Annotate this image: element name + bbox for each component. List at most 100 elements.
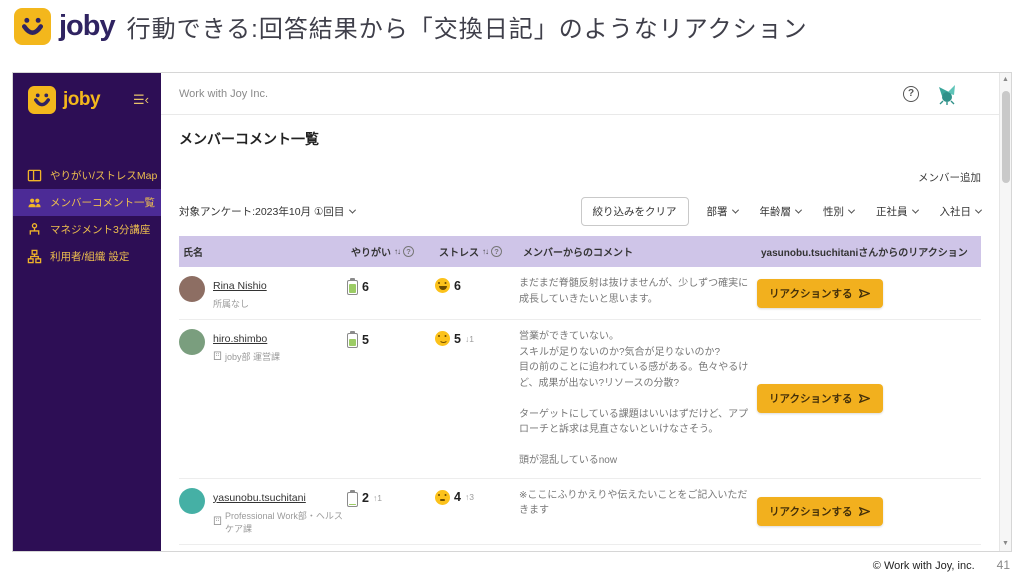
- building-icon: [213, 351, 222, 362]
- reaction-cell: リアクションする: [757, 545, 981, 552]
- filter-dropdown[interactable]: 部署: [707, 204, 738, 219]
- table-row: yasunobu.tsuchitani Professional Work部・ヘ…: [179, 479, 981, 545]
- chevron-down-icon: [795, 207, 802, 214]
- stress-value: 6: [454, 279, 461, 293]
- reaction-button-label: リアクションする: [769, 504, 852, 519]
- member-name-link[interactable]: hiro.shimbo: [213, 333, 267, 345]
- reaction-button[interactable]: リアクションする: [757, 497, 883, 526]
- topbar: Work with Joy Inc. ?: [161, 73, 1011, 115]
- reaction-button[interactable]: リアクションする: [757, 279, 883, 308]
- filter-dropdown[interactable]: 性別: [823, 204, 854, 219]
- app-window: joby ☰‹ やりがい/ストレスMapメンバーコメント一覧マネジメント3分講座…: [12, 72, 1012, 552]
- slide-footer: © Work with Joy, inc. 41: [873, 558, 1010, 572]
- yarigai-cell: 5: [347, 545, 435, 552]
- member-dept: 所属なし: [213, 297, 267, 310]
- survey-selector-label: 対象アンケート:2023年10月 ①回目: [179, 204, 344, 219]
- member-name-link[interactable]: yasunobu.tsuchitani: [213, 492, 306, 504]
- reaction-cell: リアクションする: [757, 267, 981, 319]
- col-header-name: 氏名: [179, 236, 347, 267]
- col-header-stress: ストレス ↑↓ ?: [435, 236, 519, 267]
- stress-cell: 4 ↑3: [435, 479, 519, 544]
- avatar: [179, 329, 205, 355]
- member-cell: hiro.shimbo joby部 運営課: [179, 320, 347, 478]
- slide-title: 行動できる:回答結果から「交換日記」のようなリアクション: [127, 9, 808, 44]
- chevron-down-icon: [349, 207, 356, 214]
- page-title: メンバーコメント一覧: [179, 129, 981, 149]
- sidebar-item[interactable]: やりがい/ストレスMap: [13, 162, 161, 189]
- sidebar: joby ☰‹ やりがい/ストレスMap メンバーコメント一覧マネジメント3分講座…: [13, 73, 161, 551]
- slide-header: joby 行動できる:回答結果から「交換日記」のようなリアクション: [14, 8, 808, 45]
- joby-logo-icon: [14, 8, 51, 45]
- members-icon: [27, 195, 42, 210]
- stress-value: 4: [454, 490, 461, 504]
- page-content: メンバーコメント一覧 メンバー追加 対象アンケート:2023年10月 ①回目 絞…: [161, 115, 1011, 551]
- sort-icon[interactable]: ↑↓: [394, 247, 400, 256]
- chevron-down-icon: [975, 207, 982, 214]
- sidebar-item[interactable]: メンバーコメント一覧: [13, 189, 161, 216]
- sidebar-collapse-icon[interactable]: ☰‹: [133, 92, 149, 108]
- yarigai-value: 2: [362, 491, 369, 505]
- sidebar-item-label: やりがい/ストレスMap: [50, 168, 157, 183]
- page-number: 41: [997, 558, 1010, 572]
- member-cell: Reiko Tanaka Professional Work部・RPO課: [179, 545, 347, 552]
- stress-value: 5: [454, 332, 461, 346]
- add-member-link[interactable]: メンバー追加: [918, 170, 981, 185]
- yarigai-cell: 5: [347, 320, 435, 478]
- table-row: Rina Nishio 所属なし 6 6 まだまだ脊髄反射は抜けませんが、少しず…: [179, 267, 981, 320]
- sidebar-brand-wordmark: joby: [63, 89, 126, 111]
- joby-logo-icon: [28, 86, 56, 114]
- main-area: Work with Joy Inc. ? メンバーコメント一覧 メンバー追加 対…: [161, 73, 1011, 551]
- yarigai-cell: 6: [347, 267, 435, 319]
- send-icon: [858, 392, 871, 405]
- member-comment: UTさんの返信がほしい!: [519, 545, 757, 552]
- member-dept: joby部 運営課: [213, 350, 280, 363]
- stress-cell: 6: [435, 267, 519, 319]
- yarigai-value: 6: [362, 280, 369, 294]
- sidebar-item[interactable]: マネジメント3分講座: [13, 216, 161, 243]
- col-header-comment: メンバーからのコメント: [519, 236, 757, 267]
- scroll-up-icon[interactable]: ▲: [1002, 73, 1009, 87]
- battery-icon: [347, 490, 358, 507]
- scrollbar-thumb[interactable]: [1002, 91, 1010, 183]
- stress-emoji-icon: [435, 331, 450, 346]
- scroll-down-icon[interactable]: ▼: [1002, 537, 1009, 551]
- member-comment-table: 氏名 やりがい ↑↓ ? ストレス ↑↓ ? メンバーからのコメント yasun: [179, 236, 981, 551]
- table-body: Rina Nishio 所属なし 6 6 まだまだ脊髄反射は抜けませんが、少しず…: [179, 267, 981, 551]
- battery-icon: [347, 278, 358, 295]
- reaction-cell: リアクションする: [757, 479, 981, 544]
- chevron-down-icon: [911, 207, 918, 214]
- member-comment: ※ここにふりかえりや伝えたいことをご記入いただきます: [519, 479, 757, 544]
- sort-icon[interactable]: ↑↓: [482, 247, 488, 256]
- table-row: hiro.shimbo joby部 運営課 5 5 ↓1 営業ができていない。 …: [179, 320, 981, 479]
- filter-dropdown[interactable]: 正社員: [876, 204, 918, 219]
- chevron-down-icon: [848, 207, 855, 214]
- reaction-button-label: リアクションする: [769, 286, 852, 301]
- member-dept: Professional Work部・ヘルスケア課: [213, 509, 343, 535]
- help-circle-icon[interactable]: ?: [491, 246, 502, 257]
- user-avatar-bird-icon[interactable]: [935, 83, 959, 105]
- stress-emoji-icon: [435, 278, 450, 293]
- vertical-scrollbar[interactable]: ▲ ▼: [999, 73, 1011, 551]
- filter-label: 年齢層: [760, 204, 792, 219]
- yarigai-value: 5: [362, 333, 369, 347]
- filter-dropdown[interactable]: 入社日: [940, 204, 982, 219]
- slide: joby 行動できる:回答結果から「交換日記」のようなリアクション joby ☰…: [0, 0, 1024, 576]
- sidebar-item-label: 利用者/組織 設定: [50, 249, 129, 264]
- stress-cell: 5: [435, 545, 519, 552]
- clear-filter-button[interactable]: 絞り込みをクリア: [581, 197, 689, 226]
- member-name-link[interactable]: Rina Nishio: [213, 280, 267, 292]
- brand-wordmark: joby: [59, 10, 115, 43]
- building-icon: [213, 516, 222, 527]
- help-icon[interactable]: ?: [903, 86, 919, 102]
- table-row: Reiko Tanaka Professional Work部・RPO課 5 5…: [179, 545, 981, 552]
- member-comment: 営業ができていない。 スキルが足りないのか?気合が足りないのか? 目の前のことに…: [519, 320, 757, 478]
- sidebar-item[interactable]: 利用者/組織 設定: [13, 243, 161, 270]
- filter-label: 部署: [707, 204, 728, 219]
- help-circle-icon[interactable]: ?: [403, 246, 414, 257]
- survey-selector[interactable]: 対象アンケート:2023年10月 ①回目: [179, 204, 581, 219]
- stress-delta: ↓1: [465, 334, 474, 344]
- filter-dropdown[interactable]: 年齢層: [760, 204, 802, 219]
- reaction-button[interactable]: リアクションする: [757, 384, 883, 413]
- avatar: [179, 276, 205, 302]
- chevron-down-icon: [731, 207, 738, 214]
